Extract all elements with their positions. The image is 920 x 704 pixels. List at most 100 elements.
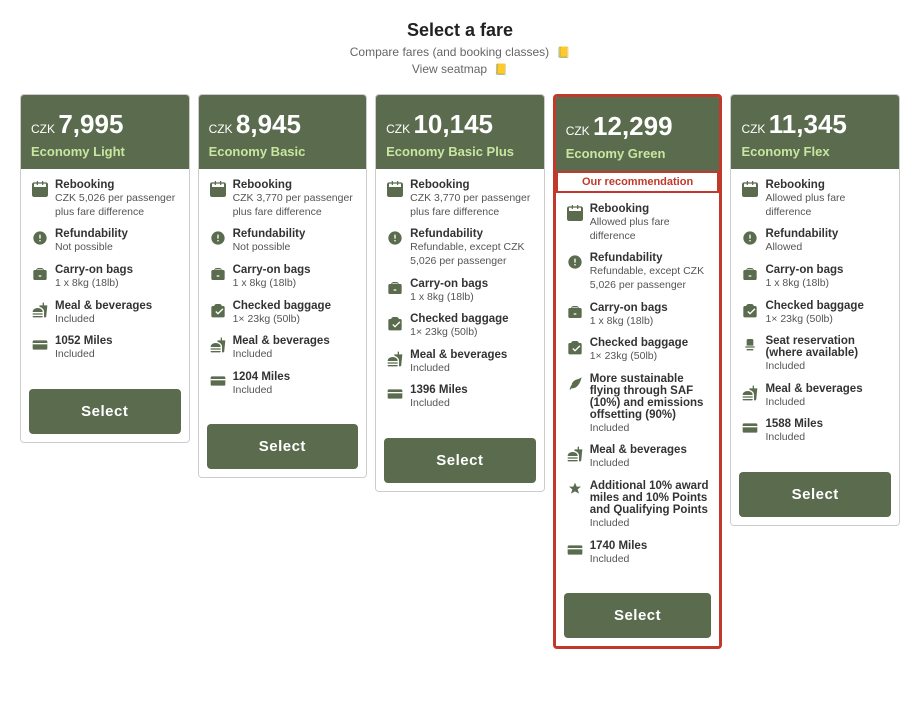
carryon-icon <box>209 265 227 283</box>
feature-desc-economy-basic-plus-4: Included <box>410 362 507 376</box>
compare-fares-link[interactable]: Compare fares (and booking classes) 📒 <box>20 45 900 59</box>
feature-text-economy-green-3: Checked baggage 1× 23kg (50lb) <box>590 337 688 364</box>
feature-desc-economy-green-6: Included <box>590 517 710 531</box>
refund-icon <box>209 229 227 247</box>
feature-desc-economy-basic-3: 1× 23kg (50lb) <box>233 313 331 327</box>
recommendation-badge: Our recommendation <box>556 171 720 193</box>
feature-item-economy-flex-6: 1588 Miles Included <box>741 418 889 445</box>
feature-desc-economy-green-1: Refundable, except CZK 5,026 per passeng… <box>590 265 710 292</box>
feature-item-economy-basic-4: Meal & beverages Included <box>209 335 357 362</box>
award-icon <box>566 481 584 499</box>
feature-text-economy-flex-3: Checked baggage 1× 23kg (50lb) <box>765 300 863 327</box>
feature-desc-economy-basic-0: CZK 3,770 per passenger plus fare differ… <box>233 192 357 219</box>
feature-title-economy-green-1: Refundability <box>590 252 710 264</box>
feature-title-economy-flex-4: Seat reservation (where available) <box>765 335 889 359</box>
miles-icon <box>209 372 227 390</box>
feature-desc-economy-light-2: 1 x 8kg (18lb) <box>55 277 133 291</box>
feature-item-economy-light-2: Carry-on bags 1 x 8kg (18lb) <box>31 264 179 291</box>
feature-text-economy-basic-plus-2: Carry-on bags 1 x 8kg (18lb) <box>410 278 488 305</box>
compare-icon: 📒 <box>557 47 571 59</box>
card-body-economy-flex: Rebooking Allowed plus fare difference R… <box>731 169 899 464</box>
select-button-economy-light[interactable]: Select <box>29 389 181 434</box>
checked-icon <box>209 301 227 319</box>
feature-item-economy-basic-3: Checked baggage 1× 23kg (50lb) <box>209 300 357 327</box>
fare-card-economy-light: CZK 7,995 Economy Light Rebooking CZK 5,… <box>20 94 190 443</box>
feature-desc-economy-green-3: 1× 23kg (50lb) <box>590 350 688 364</box>
refund-icon <box>566 253 584 271</box>
refund-icon <box>741 229 759 247</box>
feature-title-economy-green-6: Additional 10% award miles and 10% Point… <box>590 480 710 516</box>
refund-icon <box>31 229 49 247</box>
feature-text-economy-light-4: 1052 Miles Included <box>55 335 113 362</box>
card-price-economy-basic: 8,945 <box>236 109 301 139</box>
feature-title-economy-basic-5: 1204 Miles <box>233 371 291 383</box>
select-button-economy-flex[interactable]: Select <box>739 472 891 517</box>
feature-desc-economy-basic-plus-2: 1 x 8kg (18lb) <box>410 291 488 305</box>
page-header: Select a fare Compare fares (and booking… <box>20 20 900 76</box>
refund-icon <box>386 229 404 247</box>
card-footer-economy-green: Select <box>556 585 720 646</box>
feature-item-economy-basic-0: Rebooking CZK 3,770 per passenger plus f… <box>209 179 357 219</box>
feature-text-economy-green-6: Additional 10% award miles and 10% Point… <box>590 480 710 531</box>
feature-item-economy-green-4: More sustainable flying through SAF (10%… <box>566 373 710 436</box>
feature-item-economy-basic-plus-1: Refundability Refundable, except CZK 5,0… <box>386 228 534 268</box>
select-button-economy-green[interactable]: Select <box>564 593 712 638</box>
feature-item-economy-flex-0: Rebooking Allowed plus fare difference <box>741 179 889 219</box>
feature-desc-economy-green-7: Included <box>590 553 648 567</box>
feature-title-economy-basic-plus-5: 1396 Miles <box>410 384 468 396</box>
feature-title-economy-flex-1: Refundability <box>765 228 838 240</box>
feature-item-economy-light-0: Rebooking CZK 5,026 per passenger plus f… <box>31 179 179 219</box>
feature-desc-economy-green-0: Allowed plus fare difference <box>590 216 710 243</box>
miles-icon <box>386 385 404 403</box>
card-footer-economy-basic-plus: Select <box>376 430 544 491</box>
rebook-icon <box>209 180 227 198</box>
page-title: Select a fare <box>20 20 900 41</box>
feature-title-economy-basic-plus-4: Meal & beverages <box>410 349 507 361</box>
meal-icon <box>31 301 49 319</box>
rebook-icon <box>741 180 759 198</box>
feature-title-economy-light-3: Meal & beverages <box>55 300 152 312</box>
seatmap-icon: 📒 <box>494 64 508 76</box>
carryon-icon <box>386 279 404 297</box>
feature-text-economy-basic-2: Carry-on bags 1 x 8kg (18lb) <box>233 264 311 291</box>
checked-icon <box>741 301 759 319</box>
card-body-economy-light: Rebooking CZK 5,026 per passenger plus f… <box>21 169 189 381</box>
select-button-economy-basic-plus[interactable]: Select <box>384 438 536 483</box>
feature-item-economy-basic-plus-4: Meal & beverages Included <box>386 349 534 376</box>
feature-item-economy-green-2: Carry-on bags 1 x 8kg (18lb) <box>566 302 710 329</box>
feature-title-economy-basic-plus-3: Checked baggage <box>410 313 508 325</box>
feature-desc-economy-basic-1: Not possible <box>233 241 306 255</box>
fare-card-economy-flex: CZK 11,345 Economy Flex Rebooking Allowe… <box>730 94 900 526</box>
card-price-economy-light: 7,995 <box>58 109 123 139</box>
feature-title-economy-flex-2: Carry-on bags <box>765 264 843 276</box>
card-fare-name-economy-basic-plus: Economy Basic Plus <box>386 144 534 159</box>
feature-title-economy-light-4: 1052 Miles <box>55 335 113 347</box>
feature-desc-economy-light-1: Not possible <box>55 241 128 255</box>
feature-desc-economy-flex-5: Included <box>765 396 862 410</box>
feature-item-economy-flex-1: Refundability Allowed <box>741 228 889 255</box>
feature-text-economy-basic-plus-0: Rebooking CZK 3,770 per passenger plus f… <box>410 179 534 219</box>
feature-title-economy-basic-3: Checked baggage <box>233 300 331 312</box>
carryon-icon <box>31 265 49 283</box>
feature-text-economy-green-5: Meal & beverages Included <box>590 444 687 471</box>
feature-text-economy-light-0: Rebooking CZK 5,026 per passenger plus f… <box>55 179 179 219</box>
feature-item-economy-green-6: Additional 10% award miles and 10% Point… <box>566 480 710 531</box>
feature-item-economy-flex-5: Meal & beverages Included <box>741 383 889 410</box>
view-seatmap-link[interactable]: View seatmap 📒 <box>20 62 900 76</box>
feature-title-economy-green-0: Rebooking <box>590 203 710 215</box>
select-button-economy-basic[interactable]: Select <box>207 424 359 469</box>
meal-icon <box>209 336 227 354</box>
miles-icon <box>31 336 49 354</box>
feature-title-economy-basic-plus-0: Rebooking <box>410 179 534 191</box>
feature-item-economy-light-3: Meal & beverages Included <box>31 300 179 327</box>
feature-item-economy-basic-2: Carry-on bags 1 x 8kg (18lb) <box>209 264 357 291</box>
feature-text-economy-green-0: Rebooking Allowed plus fare difference <box>590 203 710 243</box>
card-fare-name-economy-light: Economy Light <box>31 144 179 159</box>
feature-title-economy-flex-5: Meal & beverages <box>765 383 862 395</box>
feature-title-economy-light-0: Rebooking <box>55 179 179 191</box>
feature-text-economy-green-4: More sustainable flying through SAF (10%… <box>590 373 710 436</box>
feature-text-economy-basic-plus-5: 1396 Miles Included <box>410 384 468 411</box>
feature-item-economy-flex-4: Seat reservation (where available) Inclu… <box>741 335 889 374</box>
feature-desc-economy-flex-3: 1× 23kg (50lb) <box>765 313 863 327</box>
feature-item-economy-flex-3: Checked baggage 1× 23kg (50lb) <box>741 300 889 327</box>
